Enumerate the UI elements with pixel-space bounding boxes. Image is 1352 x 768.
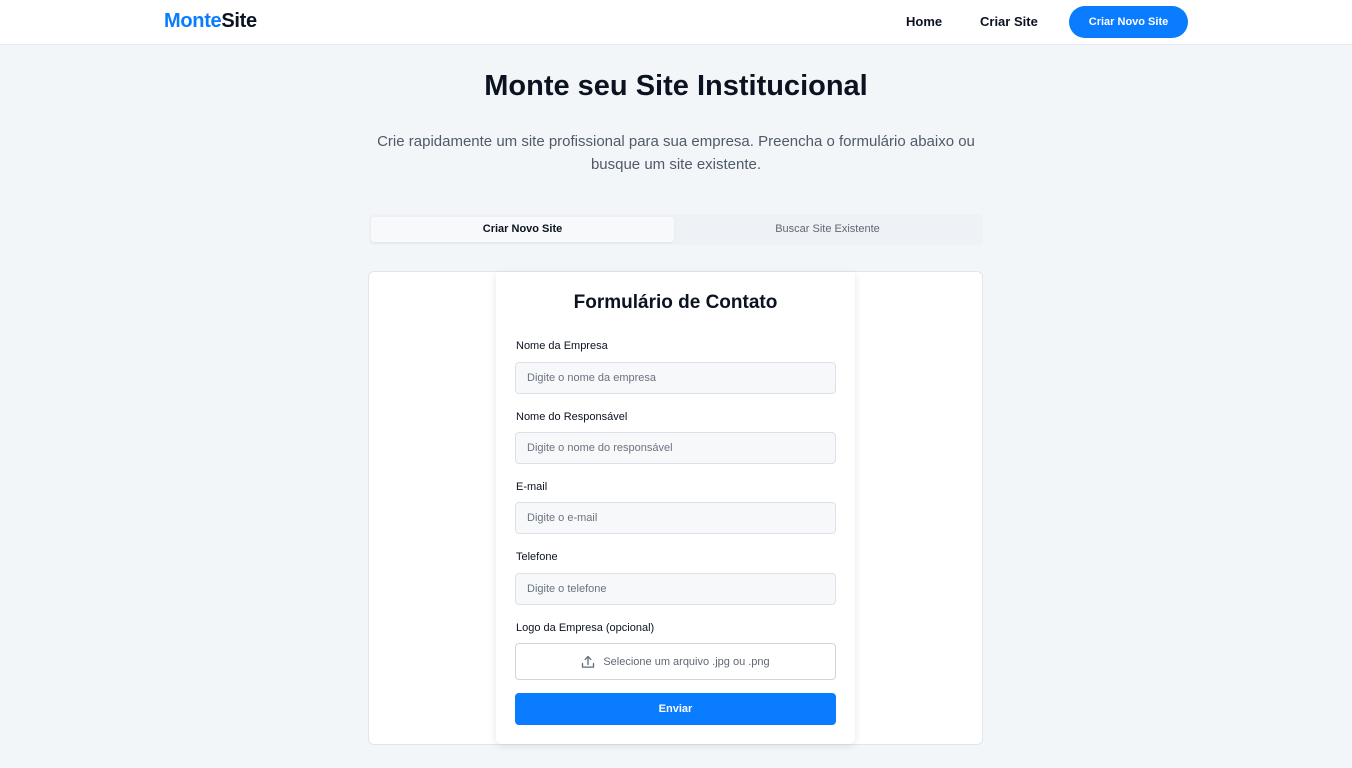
company-name-input[interactable] (515, 362, 836, 394)
logo-part-monte: Monte (164, 10, 222, 32)
tab-criar-novo-site[interactable]: Criar Novo Site (371, 217, 674, 242)
page-title: Monte seu Site Institucional (484, 70, 868, 102)
email-input[interactable] (515, 502, 836, 534)
upload-text: Selecione um arquivo .jpg ou .png (603, 655, 770, 668)
page-subtitle: Crie rapidamente um site profissional pa… (377, 133, 975, 173)
tab-buscar-site-existente[interactable]: Buscar Site Existente (676, 217, 979, 242)
logo-part-site: Site (221, 10, 257, 32)
nav-link-home[interactable]: Home (906, 14, 942, 29)
upload-icon (581, 655, 595, 669)
responsible-name-label: Nome do Responsável (516, 411, 628, 423)
phone-label: Telefone (516, 551, 558, 563)
form-title: Formulário de Contato (573, 292, 778, 313)
email-label: E-mail (516, 481, 548, 493)
logo[interactable]: MonteSite (164, 10, 257, 33)
contact-form: Formulário de Contato Nome da Empresa No… (496, 272, 855, 744)
company-name-label: Nome da Empresa (516, 340, 608, 352)
phone-input[interactable] (515, 573, 836, 605)
navbar: MonteSite Home Criar Site Criar Novo Sit… (0, 0, 1352, 45)
logo-upload-label: Logo da Empresa (opcional) (516, 622, 655, 634)
submit-button[interactable]: Enviar (515, 693, 836, 725)
tab-list: Criar Novo Site Buscar Site Existente (369, 214, 983, 245)
responsible-name-input[interactable] (515, 432, 836, 464)
logo-upload-button[interactable]: Selecione um arquivo .jpg ou .png (515, 643, 836, 680)
nav-link-criar-site[interactable]: Criar Site (980, 14, 1038, 29)
criar-novo-site-button[interactable]: Criar Novo Site (1069, 6, 1188, 38)
